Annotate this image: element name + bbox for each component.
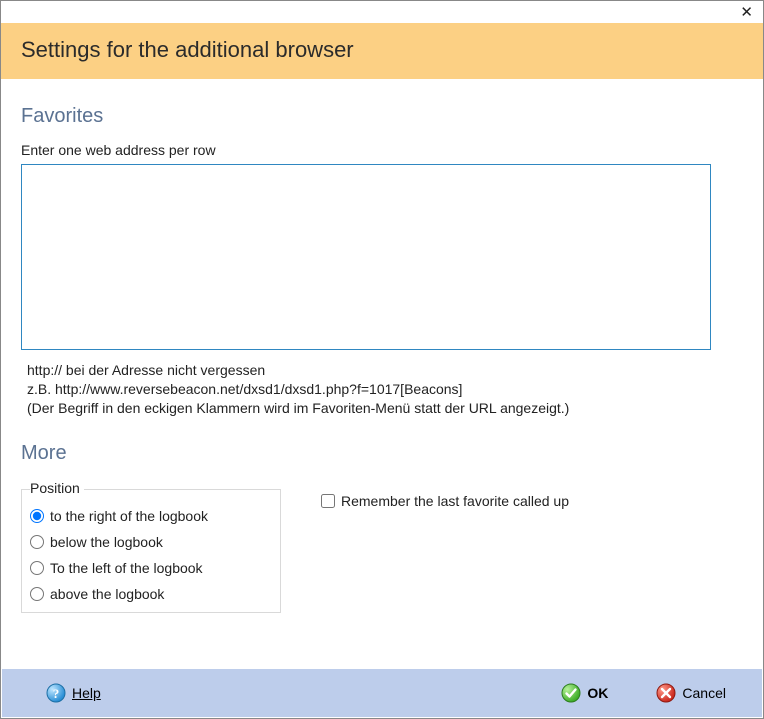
position-option-right[interactable]: to the right of the logbook (30, 508, 272, 524)
ok-label: OK (587, 685, 608, 701)
favorites-label: Enter one web address per row (21, 142, 743, 158)
hint-line-2: z.B. http://www.reversebeacon.net/dxsd1/… (27, 380, 743, 399)
position-group: Position to the right of the logbook bel… (21, 489, 281, 613)
hint-line-1: http:// bei der Adresse nicht vergessen (27, 361, 743, 380)
button-bar: ? Help OK (2, 669, 762, 717)
svg-text:?: ? (53, 686, 60, 701)
remember-label: Remember the last favorite called up (341, 493, 569, 509)
favorites-heading: Favorites (21, 105, 743, 128)
position-radio-above[interactable] (30, 587, 44, 601)
header-banner: Settings for the additional browser (1, 23, 763, 79)
position-radio-below[interactable] (30, 535, 44, 549)
cancel-icon (656, 683, 676, 703)
remember-checkbox[interactable] (321, 494, 335, 508)
position-radio-right[interactable] (30, 509, 44, 523)
position-radio-left[interactable] (30, 561, 44, 575)
position-label-right: to the right of the logbook (50, 508, 208, 524)
ok-icon (561, 683, 581, 703)
ok-button[interactable]: OK (557, 681, 612, 705)
titlebar: ✕ (1, 1, 763, 23)
close-icon[interactable]: ✕ (740, 5, 753, 20)
more-heading: More (21, 442, 743, 465)
favorites-hint: http:// bei der Adresse nicht vergessen … (27, 361, 743, 418)
cancel-button[interactable]: Cancel (652, 681, 730, 705)
help-button[interactable]: ? Help (42, 681, 105, 705)
position-option-left[interactable]: To the left of the logbook (30, 560, 272, 576)
favorites-input[interactable] (21, 164, 711, 350)
cancel-label: Cancel (682, 685, 726, 701)
position-label-above: above the logbook (50, 586, 164, 602)
help-icon: ? (46, 683, 66, 703)
position-label-left: To the left of the logbook (50, 560, 203, 576)
position-option-below[interactable]: below the logbook (30, 534, 272, 550)
position-legend: Position (30, 480, 84, 496)
position-label-below: below the logbook (50, 534, 163, 550)
hint-line-3: (Der Begriff in den eckigen Klammern wir… (27, 399, 743, 418)
position-option-above[interactable]: above the logbook (30, 586, 272, 602)
help-label: Help (72, 685, 101, 701)
page-title: Settings for the additional browser (21, 37, 743, 63)
remember-checkbox-row[interactable]: Remember the last favorite called up (321, 493, 569, 509)
